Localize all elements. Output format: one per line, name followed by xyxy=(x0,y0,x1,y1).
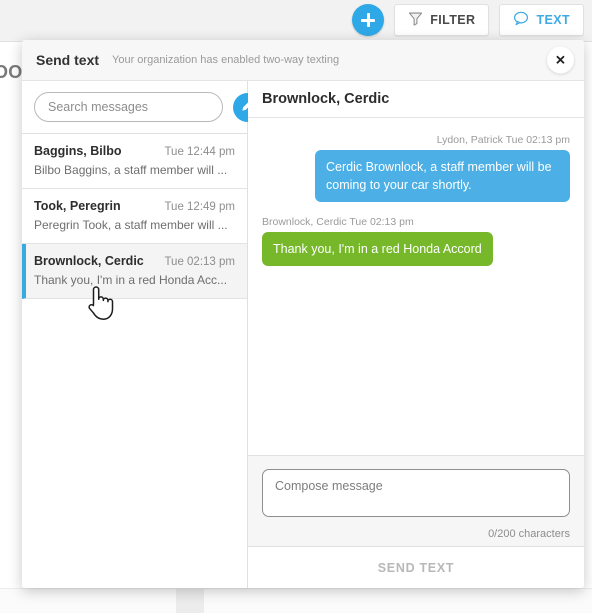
send-text-button-label: SEND TEXT xyxy=(377,560,455,575)
add-button[interactable] xyxy=(352,4,385,36)
filter-button-label: FILTER xyxy=(430,13,476,27)
compose-area: 0/200 characters xyxy=(248,455,584,546)
list-item-time: Tue 12:49 pm xyxy=(164,201,235,213)
send-text-button[interactable]: SEND TEXT xyxy=(248,546,584,588)
search-input[interactable] xyxy=(34,92,223,122)
thread-title: Brownlock, Cerdic xyxy=(262,91,390,107)
modal-subtitle: Your organization has enabled two-way te… xyxy=(112,54,340,66)
message-incoming: Brownlock, Cerdic Tue 02:13 pm Thank you… xyxy=(262,216,570,267)
send-text-modal: Send text Your organization has enabled … xyxy=(22,40,584,588)
list-item-header: Brownlock, Cerdic Tue 02:13 pm xyxy=(34,254,235,268)
close-icon[interactable]: ✕ xyxy=(547,46,574,74)
message-meta: Lydon, Patrick Tue 02:13 pm xyxy=(436,134,570,146)
message-bubble: Cerdic Brownlock, a staff member will be… xyxy=(315,150,570,203)
list-item-preview: Thank you, I'm in a red Honda Acc... xyxy=(34,273,228,287)
list-item-time: Tue 02:13 pm xyxy=(164,256,235,268)
message-outgoing: Lydon, Patrick Tue 02:13 pm Cerdic Brown… xyxy=(262,134,570,203)
list-item-name: Took, Peregrin xyxy=(34,199,121,213)
filter-icon xyxy=(408,11,423,29)
thread-header: Brownlock, Cerdic xyxy=(248,81,584,118)
message-bubble: Thank you, I'm in a red Honda Accord xyxy=(262,232,493,267)
conversation-pane: Baggins, Bilbo Tue 12:44 pm Bilbo Baggin… xyxy=(22,81,262,588)
app-root: OON FILTER TEXT xyxy=(0,0,592,613)
message-list: Lydon, Patrick Tue 02:13 pm Cerdic Brown… xyxy=(248,118,584,455)
list-item-preview: Bilbo Baggins, a staff member will ... xyxy=(34,163,228,177)
modal-body: Baggins, Bilbo Tue 12:44 pm Bilbo Baggin… xyxy=(22,81,584,588)
plus-icon xyxy=(361,13,376,27)
chat-bubble-icon xyxy=(513,11,529,29)
page-footer-strip xyxy=(0,588,592,613)
compose-message-input[interactable] xyxy=(262,469,570,517)
list-item-preview: Peregrin Took, a staff member will ... xyxy=(34,218,228,232)
filter-button[interactable]: FILTER xyxy=(394,4,490,36)
conversation-list[interactable]: Baggins, Bilbo Tue 12:44 pm Bilbo Baggin… xyxy=(22,133,247,588)
list-item-selected[interactable]: Brownlock, Cerdic Tue 02:13 pm Thank you… xyxy=(22,244,247,299)
list-item-header: Took, Peregrin Tue 12:49 pm xyxy=(34,199,235,213)
thread-pane: Brownlock, Cerdic Lydon, Patrick Tue 02:… xyxy=(248,81,584,588)
list-item-time: Tue 12:44 pm xyxy=(164,146,235,158)
page-footer-tab xyxy=(176,588,204,613)
list-item[interactable]: Baggins, Bilbo Tue 12:44 pm Bilbo Baggin… xyxy=(22,134,247,189)
character-counter: 0/200 characters xyxy=(488,528,570,540)
list-item-name: Brownlock, Cerdic xyxy=(34,254,144,268)
text-button-label: TEXT xyxy=(536,13,570,27)
list-item-header: Baggins, Bilbo Tue 12:44 pm xyxy=(34,144,235,158)
modal-title: Send text xyxy=(36,52,100,68)
modal-header: Send text Your organization has enabled … xyxy=(22,40,584,81)
conversation-search-row xyxy=(22,81,262,133)
list-item-name: Baggins, Bilbo xyxy=(34,144,122,158)
message-meta: Brownlock, Cerdic Tue 02:13 pm xyxy=(262,216,414,229)
list-item[interactable]: Took, Peregrin Tue 12:49 pm Peregrin Too… xyxy=(22,189,247,244)
text-button[interactable]: TEXT xyxy=(499,4,584,36)
toolbar-actions: FILTER TEXT xyxy=(352,4,584,36)
